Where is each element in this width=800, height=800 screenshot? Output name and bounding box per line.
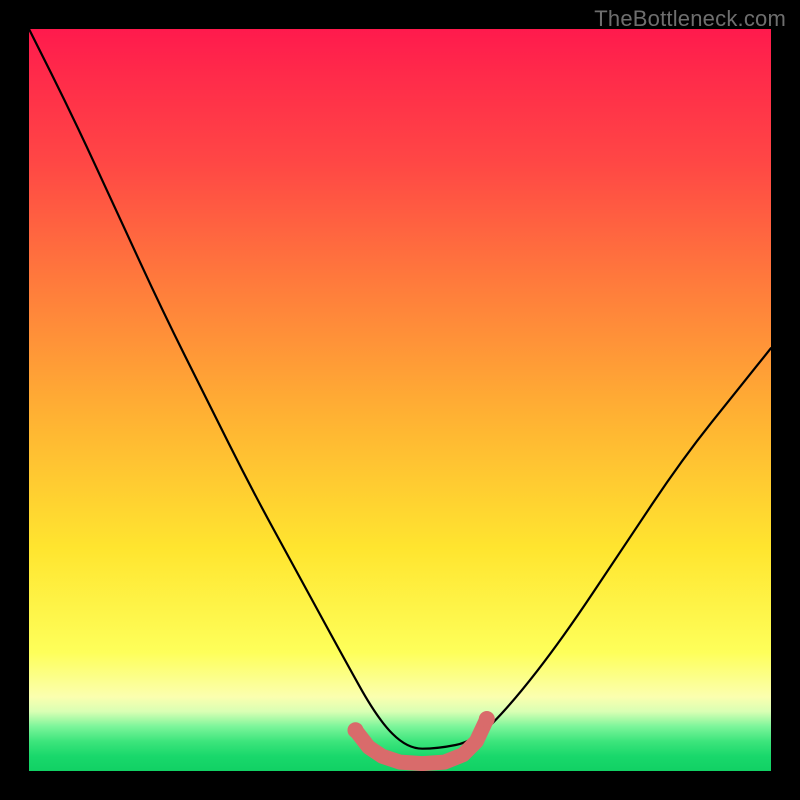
chart-svg [29, 29, 771, 771]
outer-frame: TheBottleneck.com [0, 0, 800, 800]
bottleneck-curve [29, 29, 771, 749]
watermark-text: TheBottleneck.com [594, 6, 786, 32]
optimal-range-marker [347, 711, 494, 764]
